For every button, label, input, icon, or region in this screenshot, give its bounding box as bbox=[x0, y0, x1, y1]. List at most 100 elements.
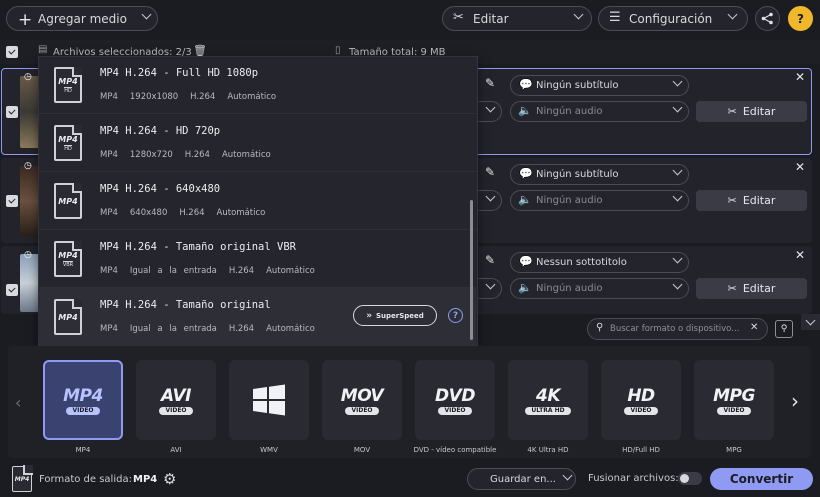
file-thumbnail bbox=[20, 76, 40, 148]
format-label: MOV bbox=[353, 446, 371, 454]
toggle-knob bbox=[680, 474, 689, 483]
file-checkbox[interactable] bbox=[6, 284, 18, 296]
format-label: MP4 bbox=[75, 446, 91, 454]
subtitle-dropdown[interactable]: 💬 Nessun sottotitolo bbox=[510, 252, 689, 273]
settings-label: Configuración bbox=[629, 12, 713, 26]
info-icon[interactable]: ? bbox=[448, 308, 463, 323]
convert-button[interactable]: Convertir bbox=[710, 468, 813, 490]
help-button[interactable]: ? bbox=[788, 6, 813, 31]
superspeed-label: SuperSpeed bbox=[376, 311, 424, 320]
pencil-icon[interactable]: ✎ bbox=[485, 165, 495, 179]
audio-dropdown[interactable]: 🔈 Ningún audio bbox=[510, 278, 689, 299]
file-edit-button[interactable]: ✂ Editar bbox=[696, 190, 807, 211]
format-avi[interactable]: AVI VIDEO bbox=[136, 360, 216, 440]
file-checkbox[interactable] bbox=[6, 106, 18, 118]
format-wmv[interactable] bbox=[229, 360, 309, 440]
preset-name: MP4 H.264 - 640x480 bbox=[100, 183, 221, 195]
convert-label: Convertir bbox=[729, 472, 794, 486]
chevron-down-icon bbox=[805, 315, 816, 325]
output-format-label: Formato de salida: bbox=[39, 474, 132, 485]
subtitle-value: Nessun sottotitolo bbox=[536, 257, 627, 268]
format-4k[interactable]: 4K ULTRA HD bbox=[508, 360, 588, 440]
audio-dropdown[interactable]: 🔈 Ningún audio bbox=[510, 190, 689, 211]
preset-item[interactable]: MP4 HD MP4 H.264 - Full HD 1080p MP4 1920x… bbox=[38, 56, 476, 114]
pencil-icon[interactable]: ✎ bbox=[485, 253, 495, 267]
remove-file-icon[interactable]: ✕ bbox=[795, 248, 805, 262]
merge-files-toggle[interactable] bbox=[678, 472, 702, 485]
help-icon: ? bbox=[797, 11, 804, 26]
format-search-input[interactable]: ⚲ Buscar formato o dispositivo... ✕ bbox=[587, 318, 768, 340]
format-dvd[interactable]: DVD VIDEO bbox=[415, 360, 495, 440]
preset-item[interactable]: MP4 VBR MP4 H.264 - Tamaño original VBR M… bbox=[38, 230, 476, 288]
mp4-file-icon: MP4 HD bbox=[54, 125, 82, 161]
preset-name: MP4 H.264 - Full HD 1080p bbox=[100, 67, 259, 79]
preset-specs: MP4 Igual a la entrada H.264 Automático bbox=[100, 266, 315, 276]
pencil-icon[interactable]: ✎ bbox=[485, 76, 495, 90]
audio-value: Ningún audio bbox=[536, 283, 603, 294]
collapse-formats-button[interactable] bbox=[801, 314, 820, 330]
format-panel bbox=[8, 346, 811, 458]
edit-dropdown-button[interactable]: ✂ Editar bbox=[442, 6, 592, 31]
remove-file-icon[interactable]: ✕ bbox=[795, 70, 805, 84]
preset-specs: MP4 1280x720 H.264 Automático bbox=[100, 150, 271, 160]
preset-item[interactable]: MP4 MP4 H.264 - Tamaño original MP4 Igual… bbox=[38, 288, 476, 346]
chevron-down-icon bbox=[672, 165, 683, 176]
format-label: HD/Full HD bbox=[622, 446, 660, 454]
gear-icon[interactable]: ⚙ bbox=[163, 470, 176, 488]
file-edit-button[interactable]: ✂ Editar bbox=[696, 101, 807, 122]
scroll-left-icon[interactable]: ‹ bbox=[15, 393, 21, 412]
preset-name: MP4 H.264 - Tamaño original bbox=[100, 299, 271, 311]
preset-specs: MP4 Igual a la entrada H.264 Automático bbox=[100, 324, 315, 334]
chevron-down-icon bbox=[485, 102, 496, 113]
select-all-checkbox[interactable] bbox=[6, 46, 18, 58]
preset-item[interactable]: MP4 MP4 H.264 - 640x480 MP4 640x480 H.264 A… bbox=[38, 172, 476, 230]
format-label: AVI bbox=[170, 446, 182, 454]
format-mov[interactable]: MOV VIDEO bbox=[322, 360, 402, 440]
chevron-down-icon bbox=[562, 470, 573, 481]
clear-search-icon[interactable]: ✕ bbox=[750, 322, 758, 333]
preset-name: MP4 H.264 - HD 720p bbox=[100, 125, 221, 137]
format-mp4[interactable]: MP4 VIDEO bbox=[43, 360, 123, 440]
audio-value: Ningún audio bbox=[536, 106, 603, 117]
output-format-value: MP4 bbox=[133, 474, 158, 485]
speech-bubble-icon: 💬 bbox=[519, 255, 533, 268]
device-detect-button[interactable]: ⚲ bbox=[775, 320, 793, 338]
preset-name: MP4 H.264 - Tamaño original VBR bbox=[100, 241, 296, 253]
format-hd[interactable]: HD VIDEO bbox=[601, 360, 681, 440]
settings-dropdown-button[interactable]: ☰ Configuración bbox=[598, 6, 748, 31]
chevron-down-icon bbox=[727, 9, 738, 20]
share-button[interactable] bbox=[755, 6, 780, 31]
save-label: Guardar en... bbox=[490, 474, 556, 485]
mp4-file-icon: MP4 bbox=[54, 183, 82, 219]
save-location-dropdown[interactable]: Guardar en... bbox=[467, 468, 576, 490]
mp4-file-icon: MP4 bbox=[54, 299, 82, 335]
subtitle-dropdown[interactable]: 💬 Ningún subtítulo bbox=[510, 75, 689, 96]
edit-label: Editar bbox=[742, 105, 776, 118]
output-format-icon: MP4 bbox=[12, 465, 33, 492]
popup-scrollbar[interactable] bbox=[470, 200, 473, 340]
chevron-down-icon bbox=[672, 279, 683, 290]
clock-icon: ◷ bbox=[24, 250, 32, 260]
remove-file-icon[interactable]: ✕ bbox=[795, 160, 805, 174]
audio-dropdown[interactable]: 🔈 Ningún audio bbox=[510, 101, 689, 122]
speaker-icon: 🔈 bbox=[518, 193, 532, 206]
speed-icon: » bbox=[366, 310, 373, 321]
audio-value: Ningún audio bbox=[536, 195, 603, 206]
chevron-down-icon bbox=[672, 102, 683, 113]
document-icon: ▯ bbox=[335, 45, 341, 56]
format-label: WMV bbox=[260, 446, 278, 454]
file-edit-button[interactable]: ✂ Editar bbox=[696, 278, 807, 299]
scroll-right-icon[interactable]: › bbox=[791, 389, 799, 413]
subtitle-value: Ningún subtítulo bbox=[536, 169, 619, 180]
preset-item[interactable]: MP4 HD MP4 H.264 - HD 720p MP4 1280x720 H.2… bbox=[38, 114, 476, 172]
subtitle-dropdown[interactable]: 💬 Ningún subtítulo bbox=[510, 164, 689, 185]
file-checkbox[interactable] bbox=[6, 195, 18, 207]
format-mpg[interactable]: MPG VIDEO bbox=[694, 360, 774, 440]
add-media-button[interactable]: + Agregar medio bbox=[6, 6, 158, 31]
file-thumbnail bbox=[20, 254, 40, 312]
speaker-icon: 🔈 bbox=[518, 104, 532, 117]
mp4-file-icon: MP4 VBR bbox=[54, 241, 82, 277]
subtitle-value: Ningún subtítulo bbox=[536, 80, 619, 91]
preset-specs: MP4 1920x1080 H.264 Automático bbox=[100, 92, 277, 102]
clock-icon: ◷ bbox=[24, 161, 32, 171]
